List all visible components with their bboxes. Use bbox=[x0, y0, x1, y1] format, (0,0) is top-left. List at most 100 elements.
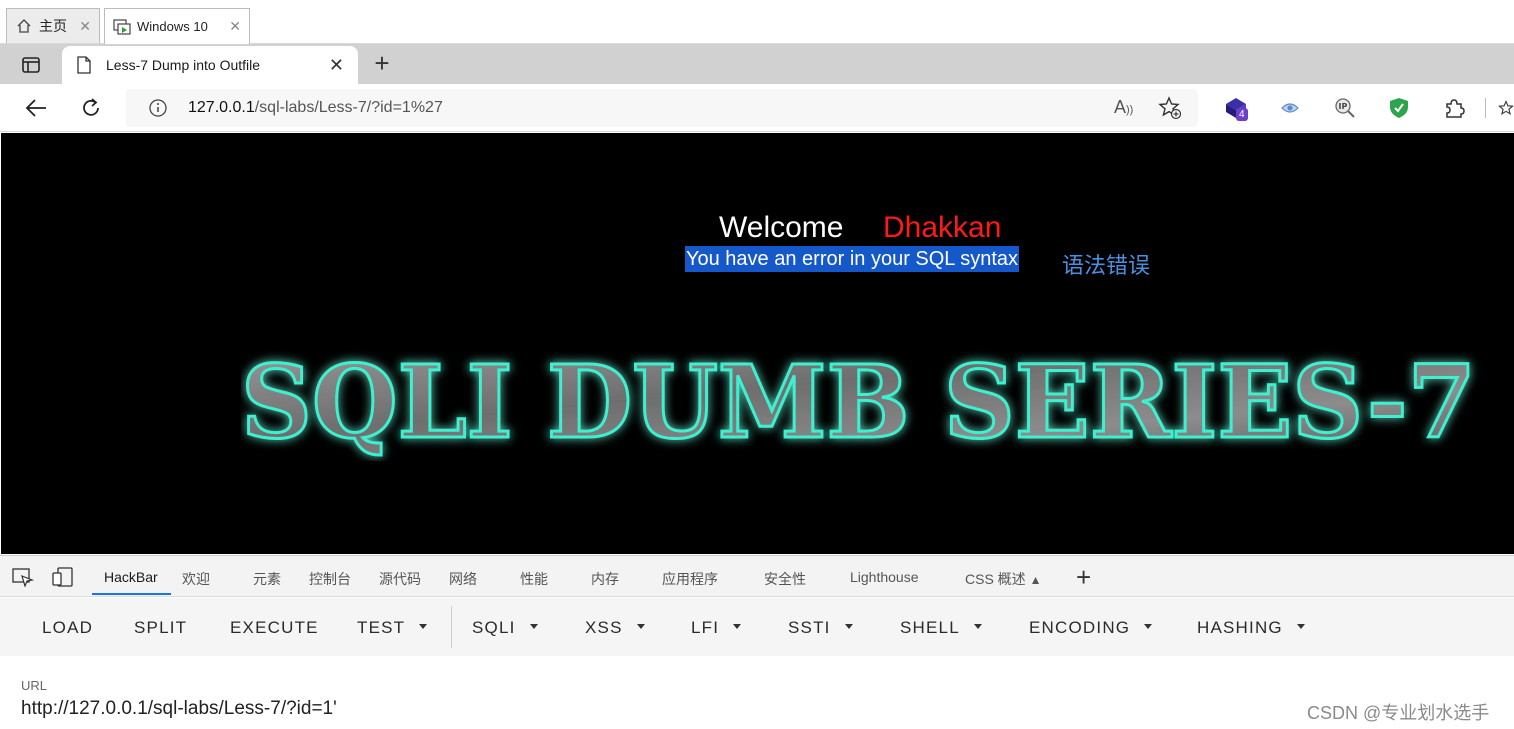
welcome-text: Welcome bbox=[719, 211, 844, 244]
tab-elements[interactable]: 元素 bbox=[253, 569, 281, 589]
extension-shield-button[interactable] bbox=[1385, 94, 1413, 122]
browser-tab-bar: Less-7 Dump into Outfile ✕ + bbox=[0, 44, 1514, 84]
caret-down-icon bbox=[1144, 624, 1153, 630]
url-input[interactable]: http://127.0.0.1/sql-labs/Less-7/?id=1' bbox=[21, 698, 337, 720]
toolbar-divider bbox=[1485, 98, 1486, 118]
sqli-label: SQLI bbox=[472, 618, 516, 637]
lfi-dropdown[interactable]: LFI bbox=[691, 618, 742, 638]
refresh-icon bbox=[83, 98, 99, 116]
load-button[interactable]: LOAD bbox=[42, 618, 93, 638]
eye-extension-icon bbox=[1281, 103, 1299, 113]
toolbar-separator bbox=[451, 606, 452, 648]
favorites-button[interactable] bbox=[1498, 94, 1514, 122]
ssti-dropdown[interactable]: SSTI bbox=[788, 618, 853, 638]
vm-tab-strip: 主页 ✕ Windows 10 ✕ bbox=[0, 0, 1514, 44]
page-icon bbox=[77, 56, 91, 74]
shell-dropdown[interactable]: SHELL bbox=[900, 618, 982, 638]
address-url[interactable]: 127.0.0.1/sql-labs/Less-7/?id=1%27 bbox=[188, 99, 443, 117]
caret-down-icon bbox=[973, 624, 982, 630]
svg-text:IP: IP bbox=[1339, 102, 1348, 111]
extension-collections-button[interactable]: 4 bbox=[1222, 94, 1250, 122]
devtools-panel: HackBar 欢迎 元素 控制台 源代码 网络 性能 内存 应用程序 安全性 … bbox=[0, 555, 1514, 729]
sqli-dropdown[interactable]: SQLI bbox=[472, 618, 538, 638]
url-field-label: URL bbox=[21, 678, 48, 693]
caret-down-icon bbox=[1296, 624, 1305, 630]
tab-welcome[interactable]: 欢迎 bbox=[182, 569, 210, 589]
browser-tab-active[interactable]: Less-7 Dump into Outfile ✕ bbox=[62, 46, 358, 84]
caret-down-icon bbox=[529, 624, 538, 630]
tab-lighthouse[interactable]: Lighthouse bbox=[850, 569, 919, 585]
more-tools-button[interactable]: + bbox=[1076, 562, 1091, 593]
tab-network[interactable]: 网络 bbox=[449, 569, 477, 589]
shell-label: SHELL bbox=[900, 618, 960, 637]
test-dropdown[interactable]: TEST bbox=[357, 618, 428, 638]
navigation-bar: 127.0.0.1/sql-labs/Less-7/?id=1%27 A)) 4… bbox=[0, 84, 1514, 132]
tab-sources[interactable]: 源代码 bbox=[379, 569, 421, 589]
devtools-tab-bar: HackBar 欢迎 元素 控制台 源代码 网络 性能 内存 应用程序 安全性 … bbox=[0, 556, 1514, 597]
tab-console[interactable]: 控制台 bbox=[309, 569, 351, 589]
favorites-star-icon bbox=[1498, 100, 1514, 115]
caret-down-icon bbox=[733, 624, 742, 630]
tab-actions-icon bbox=[22, 57, 40, 73]
read-aloud-icon[interactable]: A)) bbox=[1114, 97, 1133, 118]
inspect-element-icon[interactable] bbox=[12, 567, 34, 587]
close-tab-icon[interactable]: ✕ bbox=[329, 55, 344, 76]
vm-tab-label: 主页 bbox=[39, 18, 67, 34]
new-tab-button[interactable]: + bbox=[368, 50, 396, 78]
encoding-label: ENCODING bbox=[1029, 618, 1131, 637]
tab-security[interactable]: 安全性 bbox=[764, 569, 806, 589]
refresh-button[interactable] bbox=[77, 94, 105, 122]
vm-tab-home[interactable]: 主页 ✕ bbox=[6, 8, 100, 43]
device-emulation-icon[interactable] bbox=[52, 567, 74, 587]
user-name: Dhakkan bbox=[883, 211, 1002, 244]
tab-application[interactable]: 应用程序 bbox=[662, 569, 718, 589]
active-tab-indicator bbox=[92, 593, 171, 595]
vm-icon bbox=[113, 18, 131, 36]
extension-ip-button[interactable]: IP bbox=[1331, 94, 1359, 122]
split-button[interactable]: SPLIT bbox=[134, 618, 187, 638]
vm-tab-label: Windows 10 bbox=[137, 19, 208, 34]
ssti-label: SSTI bbox=[788, 618, 831, 637]
tab-css-overview[interactable]: CSS 概述 ▲ bbox=[965, 569, 1041, 589]
execute-button[interactable]: EXECUTE bbox=[230, 618, 319, 638]
error-annotation: 语法错误 bbox=[1062, 253, 1151, 278]
address-bar[interactable]: 127.0.0.1/sql-labs/Less-7/?id=1%27 A)) bbox=[126, 89, 1198, 127]
home-icon bbox=[15, 17, 33, 35]
extension-eye-button[interactable] bbox=[1276, 94, 1304, 122]
back-button[interactable] bbox=[22, 94, 50, 122]
tab-hackbar[interactable]: HackBar bbox=[104, 569, 158, 585]
hackbar-toolbar: LOAD SPLIT EXECUTE TEST SQLI XSS LFI SST… bbox=[0, 598, 1514, 656]
favorite-star-icon[interactable] bbox=[1158, 96, 1182, 120]
close-icon[interactable]: ✕ bbox=[79, 18, 91, 35]
address-host: 127.0.0.1 bbox=[188, 99, 255, 116]
hashing-dropdown[interactable]: HASHING bbox=[1197, 618, 1305, 638]
flask-icon: ▲ bbox=[1029, 573, 1042, 587]
puzzle-icon bbox=[1446, 99, 1465, 118]
tab-memory[interactable]: 内存 bbox=[591, 569, 619, 589]
tab-performance[interactable]: 性能 bbox=[520, 569, 548, 589]
sql-error-message: You have an error in your SQL syntax bbox=[685, 246, 1020, 272]
xss-dropdown[interactable]: XSS bbox=[585, 618, 645, 638]
sqli-series-banner-logo: SQLI DUMB SERIES-7 bbox=[241, 351, 1478, 461]
vm-tab-windows10[interactable]: Windows 10 ✕ bbox=[104, 8, 250, 44]
info-icon[interactable] bbox=[148, 98, 168, 118]
lfi-label: LFI bbox=[691, 618, 720, 637]
screen: 主页 ✕ Windows 10 ✕ Less-7 Dump into Outfi… bbox=[0, 0, 1514, 729]
watermark: CSDN @专业划水选手 bbox=[1307, 703, 1490, 723]
tab-actions-button[interactable] bbox=[12, 52, 50, 78]
test-label: TEST bbox=[357, 618, 406, 637]
hashing-label: HASHING bbox=[1197, 618, 1283, 637]
address-path: /sql-labs/Less-7/?id=1%27 bbox=[254, 99, 443, 116]
caret-down-icon bbox=[419, 624, 428, 630]
caret-down-icon bbox=[636, 624, 645, 630]
extensions-button[interactable] bbox=[1440, 94, 1468, 122]
close-icon[interactable]: ✕ bbox=[229, 18, 241, 35]
encoding-dropdown[interactable]: ENCODING bbox=[1029, 618, 1153, 638]
banner-text: SQLI DUMB SERIES-7 bbox=[241, 351, 1476, 461]
extension-badge: 4 bbox=[1236, 108, 1248, 121]
tab-title: Less-7 Dump into Outfile bbox=[106, 57, 261, 73]
shield-icon bbox=[1390, 98, 1408, 118]
back-arrow-icon bbox=[25, 99, 46, 117]
ip-lookup-icon: IP bbox=[1335, 98, 1355, 118]
web-page: Welcome Dhakkan You have an error in you… bbox=[1, 133, 1514, 554]
